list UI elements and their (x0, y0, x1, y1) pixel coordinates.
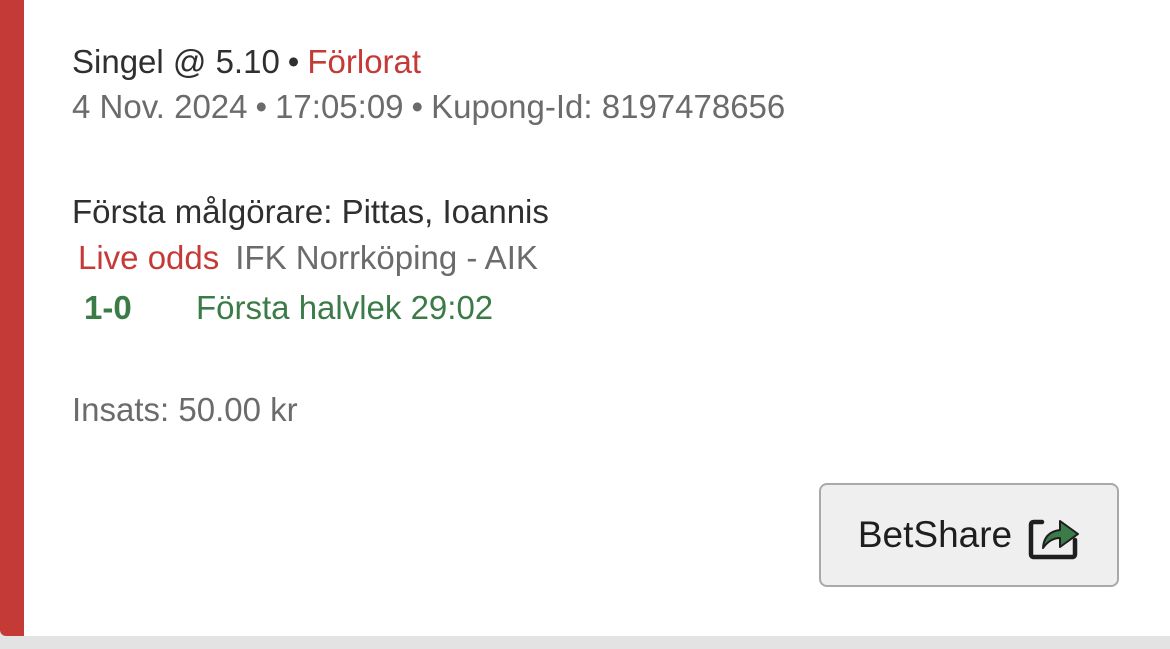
separator: • (287, 43, 300, 80)
match-period: Första halvlek 29:02 (196, 289, 494, 326)
bet-card: Singel @ 5.10 • Förlorat 4 Nov. 2024 • 17:05… (0, 0, 1170, 636)
bet-header: Singel @ 5.10 • Förlorat (72, 42, 421, 82)
separator: • (255, 88, 268, 125)
live-odds-label: Live odds (78, 239, 220, 276)
betshare-button[interactable]: BetShare (819, 483, 1119, 587)
coupon-id: Kupong-Id: 8197478656 (431, 88, 786, 125)
bet-meta: 4 Nov. 2024 • 17:05:09 • Kupong-Id: 81974786… (72, 87, 785, 127)
bet-date: 4 Nov. 2024 (72, 88, 248, 125)
share-icon (1028, 510, 1080, 560)
bet-type-odds: Singel @ 5.10 (72, 43, 280, 80)
match-score: 1-0 (84, 289, 132, 326)
bet-status: Förlorat (307, 43, 422, 80)
event-line: Live odds IFK Norrköping - AIK (78, 238, 538, 278)
lost-status-bar (0, 0, 24, 636)
live-score-line: 1-0 Första halvlek 29:02 (84, 288, 493, 328)
selection-market: Första målgörare: Pittas, Ioannis (72, 193, 549, 230)
betshare-label: BetShare (857, 514, 1013, 555)
separator: • (411, 88, 424, 125)
event-name: IFK Norrköping - AIK (235, 239, 538, 276)
stake-amount: Insats: 50.00 kr (72, 391, 298, 428)
bet-time: 17:05:09 (275, 88, 404, 125)
